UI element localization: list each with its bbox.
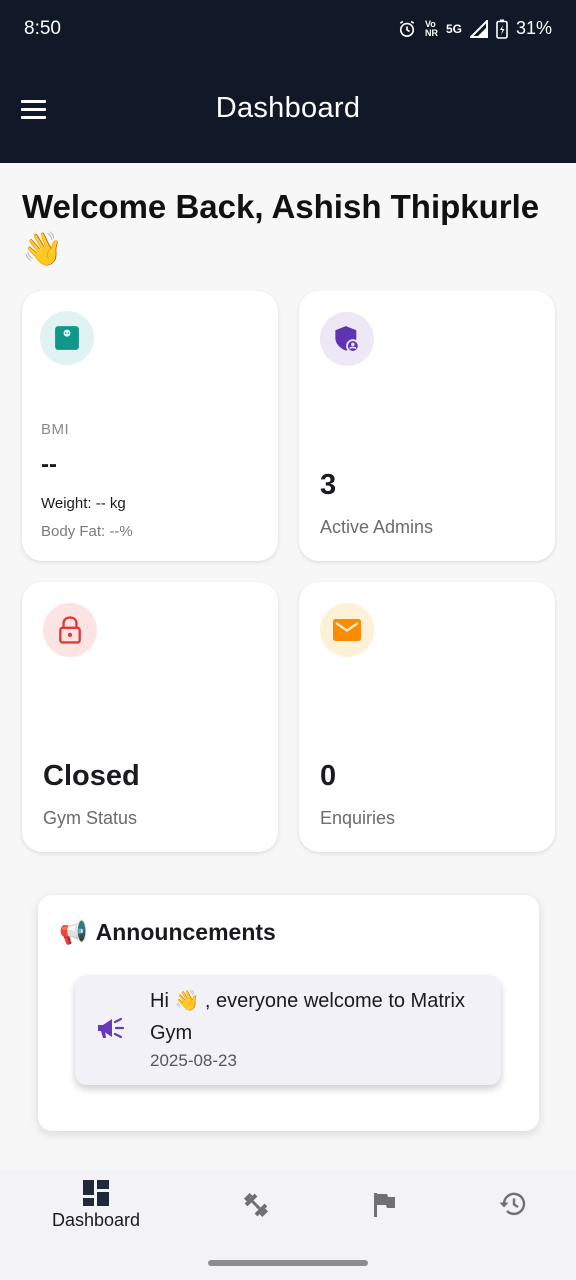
welcome-text: Welcome Back, Ashish Thipkurle — [22, 188, 540, 225]
nav-workouts[interactable] — [196, 1180, 316, 1250]
bmi-value: -- — [41, 451, 57, 478]
battery-icon — [496, 19, 508, 39]
volte-indicator: Vo NR — [424, 18, 438, 38]
network-type: 5G — [445, 21, 462, 36]
gym-status-card[interactable]: Closed Gym Status — [22, 582, 278, 852]
announcement-message: Hi 👋 , everyone welcome to Matrix Gym — [150, 990, 465, 1044]
app-bar: Dashboard — [0, 58, 576, 163]
bmi-label: BMI — [41, 421, 70, 438]
signal-icon — [469, 19, 488, 38]
dumbbell-icon — [243, 1192, 269, 1218]
status-bar: 8:50 Vo NR 5G 31% — [0, 0, 576, 58]
mail-icon — [333, 619, 361, 641]
battery-percent: 31% — [515, 18, 552, 38]
announcement-date: 2025-08-23 — [150, 1051, 237, 1070]
bmi-icon-circle — [40, 311, 94, 365]
active-admins-count: 3 — [320, 469, 337, 501]
waving-hand-emoji: 👋 — [22, 230, 64, 267]
gym-status-value: Closed — [43, 760, 140, 792]
weight-value: Weight: -- kg — [41, 495, 126, 512]
status-icons: Vo NR 5G 31% — [397, 18, 552, 39]
nav-dashboard[interactable]: Dashboard — [36, 1180, 156, 1250]
flag-icon — [374, 1193, 395, 1217]
bmi-card[interactable]: BMI -- Weight: -- kg Body Fat: --% — [22, 291, 278, 561]
admin-shield-icon — [335, 326, 360, 353]
nav-reports[interactable] — [325, 1180, 445, 1250]
gym-status-label: Gym Status — [43, 808, 138, 828]
page-title: Dashboard — [215, 92, 361, 124]
announcements-card: 📢 Announcements Hi 👋 , everyone welcome … — [38, 895, 539, 1131]
enquiries-icon-circle — [320, 603, 374, 657]
enquiries-label: Enquiries — [320, 808, 396, 828]
enquiries-card[interactable]: 0 Enquiries — [299, 582, 555, 852]
announcement-item[interactable]: Hi 👋 , everyone welcome to Matrix Gym 20… — [75, 975, 501, 1085]
lock-icon — [59, 616, 81, 644]
scale-icon — [55, 326, 79, 350]
gym-status-icon-circle — [43, 603, 97, 657]
top-bar: 8:50 Vo NR 5G 31% Dashboard — [0, 0, 576, 163]
history-icon — [499, 1192, 526, 1216]
home-indicator[interactable] — [208, 1260, 368, 1266]
enquiries-count: 0 — [320, 760, 337, 792]
body-fat-value: Body Fat: --% — [41, 523, 133, 540]
admins-icon-circle — [320, 312, 374, 366]
active-admins-card[interactable]: 3 Active Admins — [299, 291, 555, 561]
megaphone-icon — [98, 1017, 125, 1039]
announcements-heading: 📢 Announcements — [59, 919, 276, 946]
nav-history[interactable] — [452, 1180, 572, 1250]
status-time: 8:50 — [24, 18, 61, 39]
nav-dashboard-label: Dashboard — [51, 1210, 141, 1230]
announcements-title: Announcements — [95, 919, 276, 945]
loudspeaker-emoji: 📢 — [59, 919, 88, 945]
dashboard-icon — [83, 1180, 109, 1206]
active-admins-label: Active Admins — [320, 517, 434, 537]
alarm-icon — [399, 20, 415, 37]
welcome-heading: Welcome Back, Ashish Thipkurle 👋 — [22, 186, 552, 270]
